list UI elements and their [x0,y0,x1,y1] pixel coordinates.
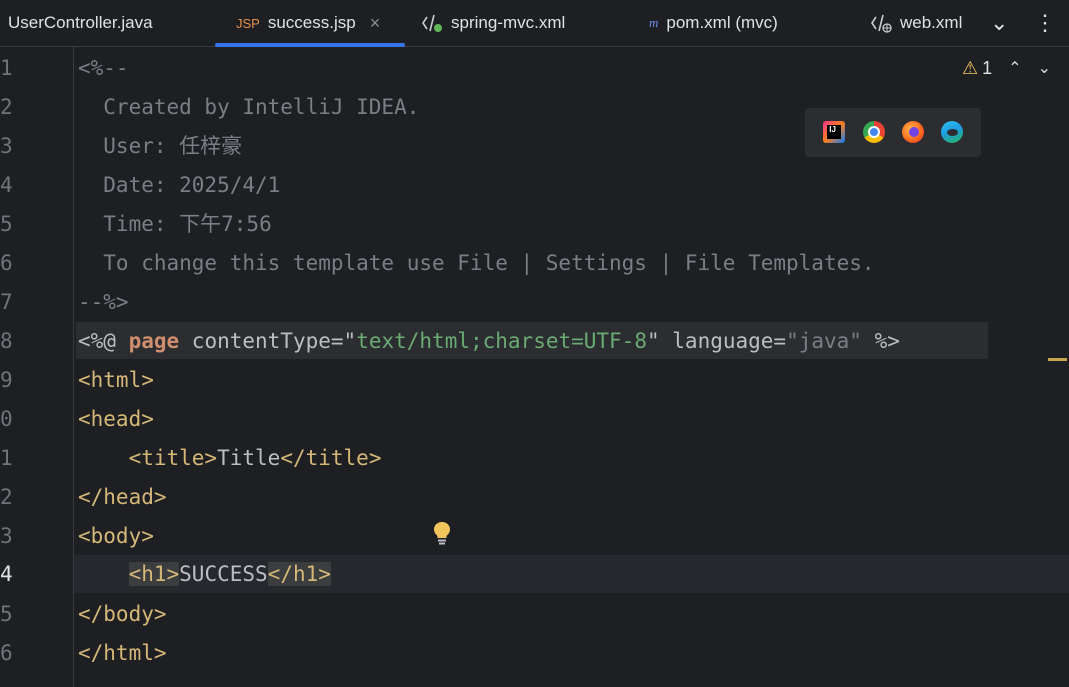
warning-count: 1 [982,57,993,78]
line-number[interactable]: 6 [0,634,14,673]
code-line-10: <head> [78,407,154,431]
line-number[interactable]: 3 [0,517,14,556]
line-number[interactable]: 2 [0,478,14,517]
line-number-gutter[interactable]: 1234567890123456 [0,47,74,687]
warning-icon: ⚠ [962,57,979,78]
code-line-7: --%> [78,290,129,314]
chevron-down-icon[interactable]: ⌄ [1038,58,1051,78]
line-number[interactable]: 7 [0,283,14,322]
attr-content-type: contentType= [179,329,344,353]
attr-language: language= [659,329,787,353]
line-number[interactable]: 5 [0,595,14,634]
line-number[interactable]: 3 [0,127,14,166]
code-line-8: <%@ page contentType="text/html;charset=… [78,322,900,361]
code-line-14: <h1>SUCCESS</h1> [78,555,331,594]
chrome-icon[interactable] [863,121,885,143]
line-number[interactable]: 5 [0,205,14,244]
inspection-widget[interactable]: ⚠ 1 ⌃ ⌄ [962,55,1051,81]
jsp-icon: JSP [236,15,260,31]
tab-label: web.xml [900,13,963,32]
show-hidden-tabs-chevron-icon[interactable]: ⌄ [990,0,1008,46]
line-number[interactable]: 4 [0,166,14,205]
code-line-6: To change this template use File | Setti… [78,251,875,275]
edge-icon[interactable] [941,121,963,143]
h1-open-tag: <h1> [128,562,180,586]
line-number[interactable]: 4 [0,555,14,594]
tab-spring-mvc-xml[interactable]: spring-mvc.xml [421,0,565,46]
line-number[interactable]: 0 [0,400,14,439]
browser-preview-popup: IJ [805,108,981,157]
directive-open: <%@ [78,329,129,353]
line-number[interactable]: 6 [0,244,14,283]
code-line-1: <%-- [78,56,129,80]
tab-pom-xml[interactable]: m pom.xml (mvc) [649,0,778,46]
code-line-5: Time: 下午7:56 [78,212,272,236]
code-line-4: Date: 2025/4/1 [78,173,281,197]
warning-stripe-marker[interactable] [1048,358,1067,361]
web-xml-icon [870,13,892,33]
intellij-browser-icon[interactable]: IJ [823,121,845,143]
title-open-tag: <title> [128,446,218,470]
code-line-3: User: 任梓豪 [78,134,243,158]
quote: " [343,329,357,353]
tab-label: success.jsp [267,13,356,32]
code-line-16: </html> [78,641,167,665]
code-line-12: </head> [78,485,167,509]
code-line-9: <html> [78,368,154,392]
line-number[interactable]: 8 [0,322,14,361]
tab-web-xml[interactable]: web.xml [870,0,970,46]
directive-close: %> [861,329,900,353]
tab-label: spring-mvc.xml [451,13,566,32]
tab-user-controller[interactable]: UserController.java [8,0,153,46]
more-options-icon[interactable]: ⋮ [1034,0,1056,46]
quote: " [646,329,660,353]
title-close-tag: </title> [280,446,382,470]
firefox-icon[interactable] [902,121,924,143]
code-line-11: <title>Title</title> [78,439,382,478]
line-number[interactable]: 1 [0,49,14,88]
tab-label: pom.xml (mvc) [666,13,778,32]
language-value: "java" [786,329,862,353]
code-line-15: </body> [78,602,167,626]
line-number[interactable]: 9 [0,361,14,400]
maven-icon: m [649,15,659,30]
close-icon[interactable]: × [370,13,381,34]
content-type-value: text/html;charset=UTF-8 [356,329,647,353]
editor-tab-bar: UserController.java JSP success.jsp × sp… [0,0,1069,47]
line-number[interactable]: 2 [0,88,14,127]
code-line-13: <body> [78,524,154,548]
code-line-2: Created by IntelliJ IDEA. [78,95,420,119]
chevron-up-icon[interactable]: ⌃ [1008,58,1021,78]
tab-label: UserController.java [8,13,153,32]
directive-keyword: page [128,329,180,353]
tab-success-jsp[interactable]: JSP success.jsp × [215,0,405,47]
spring-xml-icon [421,13,443,33]
intention-lightbulb-icon[interactable] [433,521,451,549]
h1-close-tag: </h1> [267,562,331,586]
h1-text: SUCCESS [179,562,268,586]
title-text: Title [217,446,281,470]
line-number[interactable]: 1 [0,439,14,478]
